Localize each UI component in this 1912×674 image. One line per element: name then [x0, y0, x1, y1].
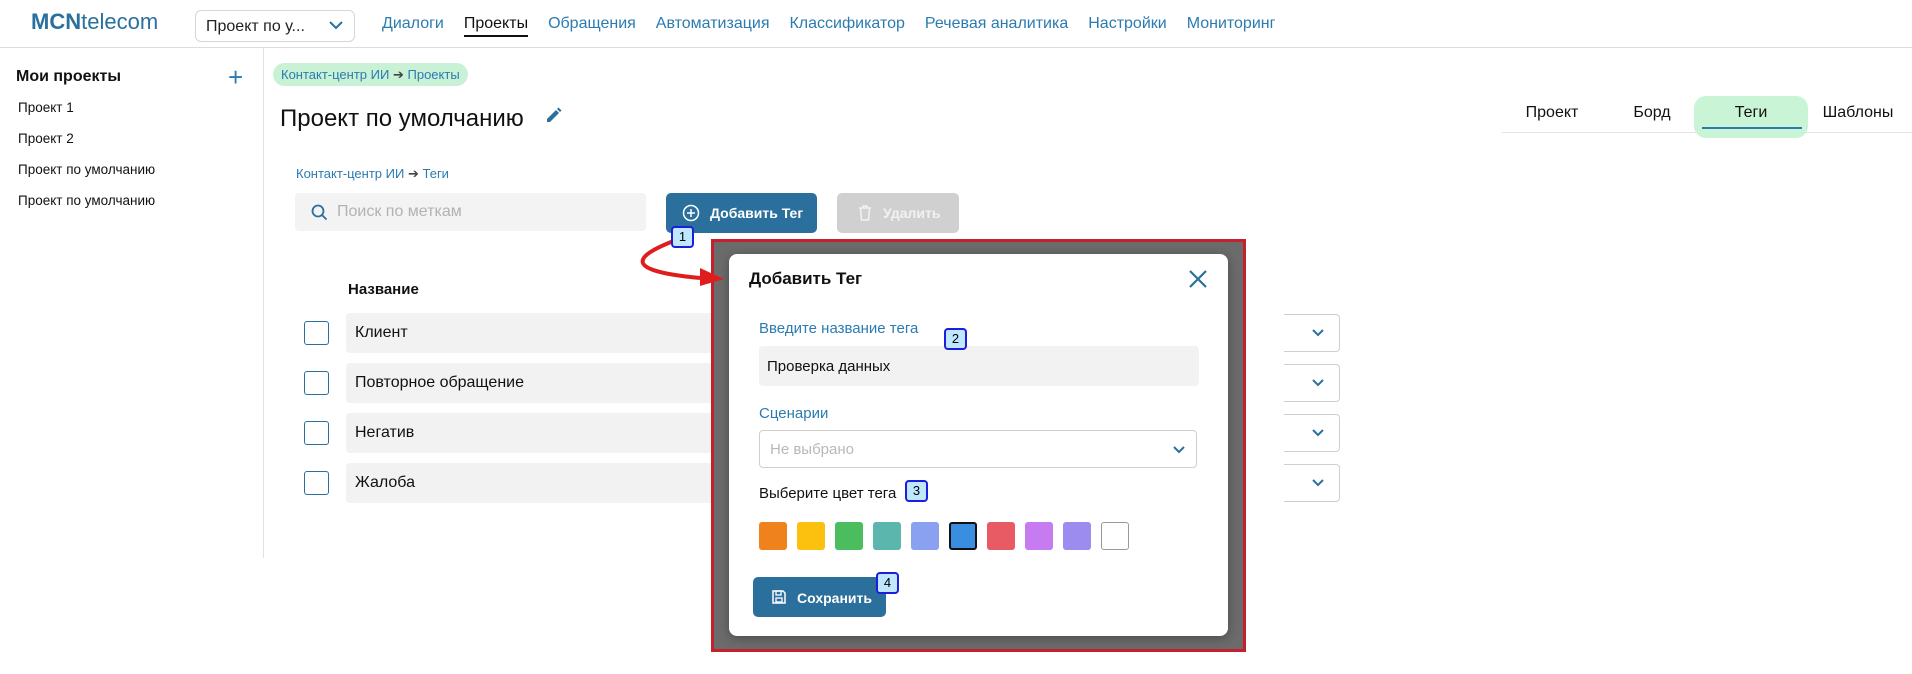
- tab-project[interactable]: Проект: [1502, 96, 1602, 138]
- top-bar: MCNtelecom Проект по у... Диалоги Проект…: [0, 0, 1912, 48]
- chevron-down-icon: [1312, 329, 1324, 337]
- color-swatch-lavender[interactable]: [1063, 522, 1091, 550]
- close-icon[interactable]: [1187, 268, 1209, 290]
- search-input[interactable]: [337, 201, 627, 223]
- breadcrumb: Контакт-центр ИИ ➔ Проекты: [273, 63, 468, 86]
- row-checkbox[interactable]: [304, 371, 329, 395]
- row-checkbox[interactable]: [304, 321, 329, 345]
- scenarios-select[interactable]: Не выбрано: [759, 430, 1197, 468]
- breadcrumb-current[interactable]: Проекты: [408, 67, 460, 82]
- sidebar-item-default-1[interactable]: Проект по умолчанию: [18, 162, 155, 177]
- color-swatch-periwinkle[interactable]: [911, 522, 939, 550]
- tags-breadcrumb: Контакт-центр ИИ ➔ Теги: [296, 166, 449, 182]
- tab-templates[interactable]: Шаблоны: [1808, 96, 1908, 138]
- scenarios-value: Не выбрано: [770, 441, 854, 458]
- sidebar-title: Мои проекты: [16, 68, 121, 85]
- step-marker-3: 3: [905, 480, 928, 502]
- tag-name: Негатив: [346, 413, 726, 453]
- page-title: Проект по умолчанию: [280, 105, 524, 132]
- tag-name-input[interactable]: [759, 346, 1199, 386]
- chevron-down-icon: [1312, 379, 1324, 387]
- add-project-icon[interactable]: +: [228, 62, 243, 93]
- chevron-down-icon: [1312, 429, 1324, 437]
- plus-circle-icon: [682, 204, 700, 222]
- modal-title: Добавить Тег: [749, 269, 863, 288]
- row-checkbox[interactable]: [304, 421, 329, 445]
- floppy-disk-icon: [772, 590, 786, 604]
- delete-button[interactable]: Удалить: [837, 193, 959, 233]
- step-marker-2: 2: [944, 328, 967, 350]
- color-swatch-blue[interactable]: [949, 522, 977, 550]
- nav-requests[interactable]: Обращения: [548, 15, 636, 37]
- nav-monitoring[interactable]: Мониторинг: [1187, 15, 1276, 37]
- column-header-name: Название: [348, 281, 419, 298]
- breadcrumb-parent[interactable]: Контакт-центр ИИ: [281, 67, 389, 82]
- project-select[interactable]: Проект по у...: [195, 10, 355, 42]
- row-dropdown[interactable]: [1284, 364, 1340, 402]
- row-dropdown[interactable]: [1284, 314, 1340, 352]
- row-dropdown[interactable]: [1284, 414, 1340, 452]
- color-swatch-violet[interactable]: [1025, 522, 1053, 550]
- color-swatch-orange[interactable]: [759, 522, 787, 550]
- tags-breadcrumb-current[interactable]: Теги: [423, 166, 449, 181]
- save-button[interactable]: Сохранить: [753, 577, 886, 617]
- main-nav: Диалоги Проекты Обращения Автоматизация …: [382, 15, 1275, 37]
- scenarios-label: Сценарии: [759, 405, 829, 422]
- chevron-down-icon: [1312, 479, 1324, 487]
- color-swatch-yellow[interactable]: [797, 522, 825, 550]
- tag-name: Клиент: [346, 313, 726, 353]
- sidebar-item-project-2[interactable]: Проект 2: [18, 131, 74, 146]
- add-tag-modal: Добавить Тег Введите название тега Сцена…: [729, 254, 1228, 636]
- tag-name: Жалоба: [346, 463, 726, 503]
- project-tabs: Проект Борд Теги Шаблоны: [1502, 96, 1912, 138]
- tab-board[interactable]: Борд: [1602, 96, 1702, 138]
- sidebar: Мои проекты + Проект 1 Проект 2 Проект п…: [0, 48, 264, 558]
- tag-search: [295, 193, 646, 231]
- tags-breadcrumb-parent[interactable]: Контакт-центр ИИ: [296, 166, 404, 181]
- sidebar-item-default-2[interactable]: Проект по умолчанию: [18, 193, 155, 208]
- arrow-right-icon: ➔: [407, 166, 419, 181]
- row-checkbox[interactable]: [304, 471, 329, 495]
- color-swatch-green[interactable]: [835, 522, 863, 550]
- arrow-right-icon: ➔: [392, 67, 404, 82]
- color-label: Выберите цвет тега: [759, 485, 897, 502]
- step-marker-4: 4: [876, 572, 899, 594]
- step-marker-1: 1: [671, 226, 694, 248]
- project-select-value: Проект по у...: [206, 18, 305, 35]
- nav-projects[interactable]: Проекты: [463, 15, 529, 37]
- trash-icon: [859, 205, 871, 221]
- search-icon: [311, 204, 328, 221]
- logo[interactable]: MCNtelecom: [31, 9, 158, 35]
- tag-name-label: Введите название тега: [759, 320, 919, 337]
- nav-settings[interactable]: Настройки: [1088, 15, 1166, 37]
- row-dropdown[interactable]: [1284, 464, 1340, 502]
- color-swatch-red[interactable]: [987, 522, 1015, 550]
- active-tab-underline: [1702, 127, 1802, 129]
- chevron-down-icon: [329, 21, 343, 30]
- tab-tags[interactable]: Теги: [1694, 96, 1808, 138]
- nav-automation[interactable]: Автоматизация: [656, 15, 770, 37]
- sidebar-item-project-1[interactable]: Проект 1: [18, 100, 74, 115]
- color-swatch-teal[interactable]: [873, 522, 901, 550]
- nav-dialogs[interactable]: Диалоги: [382, 15, 444, 37]
- nav-speech-analytics[interactable]: Речевая аналитика: [925, 15, 1068, 37]
- color-swatch-white[interactable]: [1101, 522, 1129, 550]
- pencil-icon[interactable]: [545, 106, 563, 124]
- tag-name: Повторное обращение: [346, 363, 726, 403]
- chevron-down-icon: [1173, 446, 1185, 454]
- nav-classifier[interactable]: Классификатор: [789, 15, 904, 37]
